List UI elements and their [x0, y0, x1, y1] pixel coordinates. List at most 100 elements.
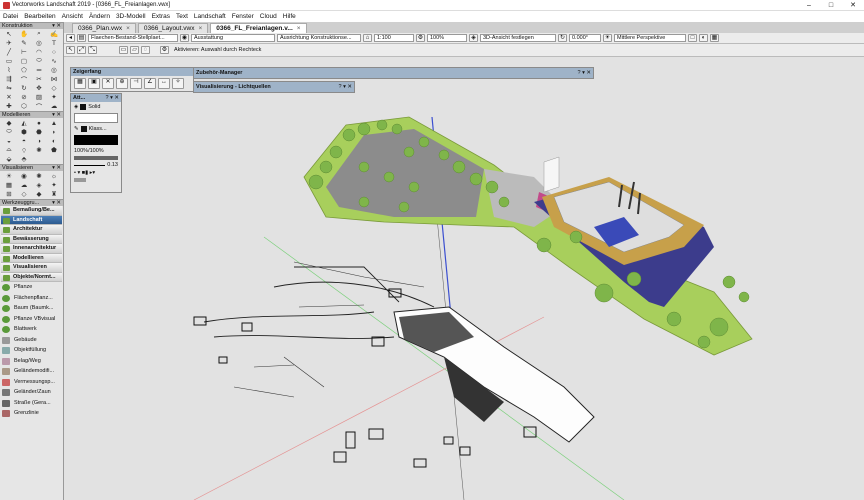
move-icon[interactable]: ✥ [32, 84, 46, 92]
rectangle-mode-icon[interactable]: ▭ [119, 46, 128, 54]
texture-icon[interactable]: ▦ [2, 181, 16, 189]
fill-type[interactable]: Solid [88, 104, 100, 110]
menu-bearbeiten[interactable]: Bearbeiten [21, 13, 58, 20]
polygon-icon[interactable]: ⬠ [17, 66, 31, 74]
ws-architektur[interactable]: Architektur [1, 225, 62, 235]
layer-select[interactable]: Ausstattung [191, 34, 275, 42]
polyline-icon[interactable]: ⌇ [2, 66, 16, 74]
menu-cloud[interactable]: Cloud [257, 13, 280, 20]
tool-baum[interactable]: Baum (Baumk... [0, 303, 63, 314]
snap-tangent-icon[interactable]: ⊣ [130, 78, 142, 89]
menu-text[interactable]: Text [173, 13, 191, 20]
tab-plan[interactable]: 0366_Plan.vwx × [72, 23, 136, 33]
ws-bemassung[interactable]: Bemaßung/Be... [1, 206, 62, 216]
ws-visualisieren[interactable]: Visualisieren [1, 263, 62, 273]
close-icon[interactable]: × [297, 24, 301, 34]
cube-icon[interactable]: ◈ [469, 34, 478, 42]
taper-icon[interactable]: ◗ [47, 128, 61, 136]
nurbs-icon[interactable]: ⌓ [2, 146, 16, 154]
split-icon[interactable]: ✂ [32, 75, 46, 83]
minimize-button[interactable]: – [798, 0, 820, 11]
loft-icon[interactable]: ⬢ [17, 128, 31, 136]
arrow-row[interactable]: • ▾ ■▮ ▸▾ [74, 170, 118, 176]
lasso-mode-icon[interactable]: ◌ [141, 46, 150, 54]
lamp-icon[interactable]: ✦ [47, 181, 61, 189]
tool-vermessungspunkt[interactable]: Vermessungsp... [0, 377, 63, 388]
close-icon[interactable]: ▾ ✕ [52, 23, 61, 30]
fillet-icon[interactable]: ⌒ [17, 75, 31, 84]
menu-3d-modell[interactable]: 3D-Modell [113, 13, 149, 20]
stamp-icon[interactable]: ✦ [47, 93, 61, 101]
menu-ansicht[interactable]: Ansicht [59, 13, 86, 20]
close-icon[interactable]: ▾ ✕ [52, 165, 61, 172]
rotate-mode-icon[interactable]: ⤢ [77, 46, 86, 54]
connect-icon[interactable]: ⋈ [47, 75, 61, 83]
stage-icon[interactable]: ♜ [47, 190, 61, 198]
cone-icon[interactable]: ▲ [47, 119, 61, 127]
eraser-icon[interactable]: ▨ [32, 93, 46, 101]
surface-icon[interactable]: ⬟ [47, 146, 61, 154]
close-icon[interactable]: × [198, 24, 202, 34]
pen-class[interactable]: Klass... [89, 126, 107, 132]
offset-icon[interactable]: ⇶ [2, 75, 16, 83]
menu-hilfe[interactable]: Hilfe [280, 13, 299, 20]
projection-icon[interactable]: □ [688, 34, 697, 42]
close-icon[interactable]: ▾ ✕ [52, 112, 61, 119]
camera-icon[interactable]: ◉ [17, 172, 31, 180]
snap-intersection-icon[interactable]: ✕ [102, 78, 114, 89]
menu-extras[interactable]: Extras [149, 13, 173, 20]
map-icon[interactable]: ◇ [17, 190, 31, 198]
tool-belag-weg[interactable]: Belag/Weg [0, 356, 63, 367]
flyover-icon[interactable]: ✈ [2, 39, 16, 47]
close-icon[interactable]: × [126, 24, 130, 34]
object-render-icon[interactable]: ◆ [32, 190, 46, 198]
visibility-icon[interactable]: ◉ [180, 34, 189, 42]
tool-pflanze[interactable]: Pflanze [0, 282, 63, 293]
spiral-icon[interactable]: ◎ [47, 66, 61, 74]
menu-aendern[interactable]: Ändern [86, 13, 113, 20]
multi-mode-icon[interactable]: ⤡ [88, 46, 97, 54]
select-mode-icon[interactable]: ↖ [66, 46, 75, 54]
fillet-edge-icon[interactable]: ◒ [2, 137, 16, 145]
pointer-icon[interactable]: ↖ [2, 30, 16, 38]
tool-grenzlinie[interactable]: Grenzlinie [0, 408, 63, 419]
tool-blattwerk[interactable]: Blattwerk [0, 324, 63, 335]
opacity-value[interactable]: 100%/100% [74, 148, 118, 154]
canvas-svg[interactable] [64, 57, 864, 500]
shell-icon[interactable]: ⬣ [32, 128, 46, 136]
rounded-rect-icon[interactable]: ▢ [17, 57, 31, 65]
renderworks-icon[interactable]: ◈ [32, 181, 46, 189]
tool-strasse[interactable]: Straße (Gera... [0, 398, 63, 409]
light-icon[interactable]: ☀ [2, 172, 16, 180]
rotate-icon[interactable]: ↻ [17, 84, 31, 92]
drop-shadow-icon[interactable] [74, 178, 86, 182]
sky-icon[interactable]: ☁ [17, 181, 31, 189]
line-weight-value[interactable]: 0.13 [107, 162, 118, 168]
class-select[interactable]: Flaechen-Bestand-Stellplaet... [88, 34, 178, 42]
spot-icon[interactable]: ✺ [32, 172, 46, 180]
pan-icon[interactable]: ✋ [17, 30, 31, 38]
snap-object-icon[interactable]: ▣ [88, 78, 100, 89]
ws-landschaft[interactable]: Landschaft [1, 215, 62, 225]
helix-icon[interactable]: ✺ [32, 146, 46, 154]
settings-icon[interactable]: ⚙ [160, 46, 169, 54]
double-line-icon[interactable]: ═ [32, 66, 46, 74]
view-select[interactable]: 3D-Ansicht festlegen [480, 34, 556, 42]
text-icon[interactable]: T [47, 39, 61, 47]
ws-objekte[interactable]: Objekte/Normt... [1, 272, 62, 282]
tool-gelaender-zaun[interactable]: Geländer/Zaun [0, 387, 63, 398]
extrude-icon[interactable]: ◆ [2, 119, 16, 127]
dim-icon[interactable]: ⊢ [17, 48, 31, 56]
grid-icon[interactable]: ▦ [710, 34, 719, 42]
walk-icon[interactable]: ◎ [32, 39, 46, 47]
reshape-icon[interactable]: ◇ [47, 84, 61, 92]
ws-bewaesserung[interactable]: Bewässerung [1, 234, 62, 244]
ws-modellieren[interactable]: Modellieren [1, 253, 62, 263]
ws-innenarchitektur[interactable]: Innenarchitektur [1, 244, 62, 254]
mirror-icon[interactable]: ⇋ [2, 84, 16, 92]
grid-render-icon[interactable]: ⊞ [2, 190, 16, 198]
cloud-icon[interactable]: ☁ [47, 102, 61, 110]
pen-swatch[interactable] [80, 126, 87, 132]
hand-icon[interactable]: ✍ [47, 30, 61, 38]
mesh-icon[interactable]: ⬙ [2, 155, 16, 163]
